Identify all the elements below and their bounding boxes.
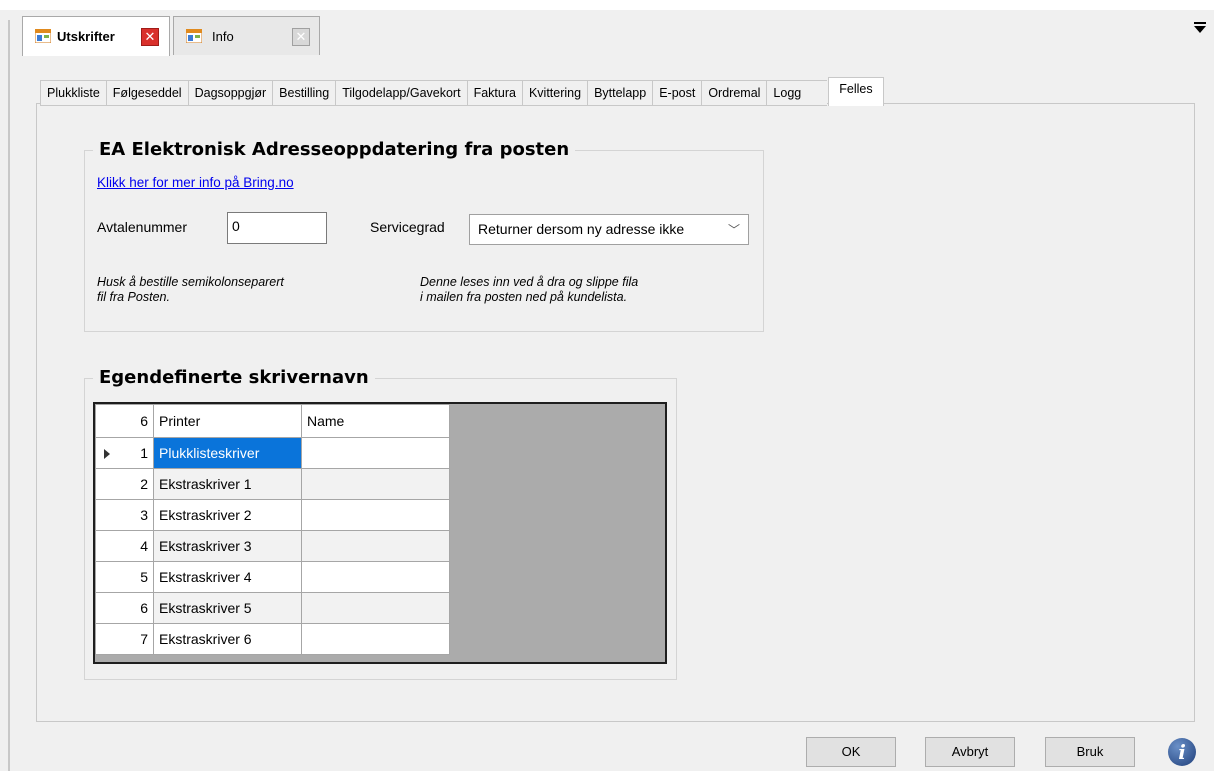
- printer-grid[interactable]: 6 Printer Name 1 Plukklisteskriver 2 Eks…: [93, 402, 667, 664]
- ok-button[interactable]: OK: [806, 737, 896, 767]
- table-row[interactable]: 6 Ekstraskriver 5: [95, 592, 450, 624]
- column-header-printer[interactable]: Printer: [153, 404, 302, 438]
- avtalenummer-label: Avtalenummer: [97, 219, 188, 235]
- name-cell[interactable]: [301, 623, 450, 655]
- tab-logg[interactable]: Logg: [766, 80, 828, 106]
- name-cell[interactable]: [301, 499, 450, 531]
- tab-folgeseddel[interactable]: Følgeseddel: [105, 80, 188, 106]
- left-border: [8, 20, 10, 771]
- row-number: 1: [140, 445, 148, 461]
- app-window-icon: [186, 29, 202, 43]
- tab-tilgodelapp[interactable]: Tilgodelapp/Gavekort: [335, 80, 467, 106]
- printer-cell[interactable]: Ekstraskriver 3: [153, 530, 302, 562]
- table-row[interactable]: 2 Ekstraskriver 1: [95, 468, 450, 500]
- row-header[interactable]: 7: [95, 623, 154, 655]
- row-header[interactable]: 6: [95, 592, 154, 624]
- name-cell[interactable]: [301, 592, 450, 624]
- hint-right: Denne leses inn ved å dra og slippe fila…: [420, 275, 638, 305]
- row-header[interactable]: 3: [95, 499, 154, 531]
- tab-kvittering[interactable]: Kvittering: [521, 80, 588, 106]
- doc-tab-utskrifter[interactable]: Utskrifter ✕: [22, 16, 170, 56]
- servicegrad-select[interactable]: Returner dersom ny adresse ikke ﹀: [469, 214, 749, 245]
- avtalenummer-input[interactable]: 0: [227, 212, 327, 244]
- app-window-icon: [35, 29, 51, 43]
- table-row[interactable]: 1 Plukklisteskriver: [95, 437, 450, 469]
- printer-cell[interactable]: Ekstraskriver 1: [153, 468, 302, 500]
- table-row[interactable]: 5 Ekstraskriver 4: [95, 561, 450, 593]
- printer-table: 6 Printer Name 1 Plukklisteskriver 2 Eks…: [95, 404, 450, 655]
- table-row[interactable]: 7 Ekstraskriver 6: [95, 623, 450, 655]
- tab-felles[interactable]: Felles: [828, 77, 884, 106]
- name-cell[interactable]: [301, 468, 450, 500]
- current-row-arrow-icon: [104, 449, 110, 459]
- hint-right-line-2: i mailen fra posten ned på kundelista.: [420, 290, 628, 304]
- hint-left-line-1: Husk å bestille semikolonseparert: [97, 275, 284, 289]
- tab-bestilling[interactable]: Bestilling: [272, 80, 336, 106]
- row-header[interactable]: 5: [95, 561, 154, 593]
- row-count-header: 6: [95, 404, 154, 438]
- tab-plukkliste[interactable]: Plukkliste: [40, 80, 106, 106]
- table-row[interactable]: 3 Ekstraskriver 2: [95, 499, 450, 531]
- close-icon[interactable]: ✕: [292, 28, 310, 46]
- name-cell[interactable]: [301, 530, 450, 562]
- apply-button[interactable]: Bruk: [1045, 737, 1135, 767]
- doc-tab-label: Info: [212, 29, 234, 44]
- title-strip: [0, 0, 1214, 10]
- overflow-menu-bar: [1194, 22, 1206, 24]
- printer-cell[interactable]: Plukklisteskriver: [153, 437, 302, 469]
- servicegrad-value: Returner dersom ny adresse ikke: [478, 221, 685, 237]
- table-header-row: 6 Printer Name: [95, 404, 450, 438]
- ea-group-title: EA Elektronisk Adresseoppdatering fra po…: [93, 139, 576, 160]
- bring-info-link[interactable]: Klikk her for mer info på Bring.no: [97, 175, 294, 190]
- printer-cell[interactable]: Ekstraskriver 6: [153, 623, 302, 655]
- cancel-button[interactable]: Avbryt: [925, 737, 1015, 767]
- column-header-name[interactable]: Name: [301, 404, 450, 438]
- tab-byttelapp[interactable]: Byttelapp: [587, 80, 653, 106]
- printer-cell[interactable]: Ekstraskriver 4: [153, 561, 302, 593]
- info-icon[interactable]: i: [1168, 738, 1196, 766]
- name-cell[interactable]: [301, 561, 450, 593]
- chevron-down-icon: ﹀: [723, 221, 740, 238]
- row-header[interactable]: 1: [95, 437, 154, 469]
- printer-cell[interactable]: Ekstraskriver 2: [153, 499, 302, 531]
- close-icon[interactable]: ✕: [141, 28, 159, 46]
- hint-left: Husk å bestille semikolonseparert fil fr…: [97, 275, 284, 305]
- settings-tab-strip: Plukkliste Følgeseddel Dagsoppgjør Besti…: [40, 77, 884, 106]
- row-header[interactable]: 4: [95, 530, 154, 562]
- servicegrad-label: Servicegrad: [370, 219, 445, 235]
- tab-epost[interactable]: E-post: [652, 80, 702, 106]
- printer-group-title: Egendefinerte skrivernavn: [93, 367, 375, 388]
- hint-right-line-1: Denne leses inn ved å dra og slippe fila: [420, 275, 639, 289]
- name-cell[interactable]: [301, 437, 450, 469]
- overflow-menu-icon[interactable]: [1194, 26, 1206, 33]
- tab-ordremal[interactable]: Ordremal: [701, 80, 767, 106]
- printer-cell[interactable]: Ekstraskriver 5: [153, 592, 302, 624]
- tab-faktura[interactable]: Faktura: [466, 80, 522, 106]
- row-header[interactable]: 2: [95, 468, 154, 500]
- table-row[interactable]: 4 Ekstraskriver 3: [95, 530, 450, 562]
- doc-tab-label: Utskrifter: [57, 29, 115, 44]
- doc-tab-info[interactable]: Info ✕: [173, 16, 320, 55]
- hint-left-line-2: fil fra Posten.: [97, 290, 170, 304]
- tab-dagsoppgjor[interactable]: Dagsoppgjør: [187, 80, 273, 106]
